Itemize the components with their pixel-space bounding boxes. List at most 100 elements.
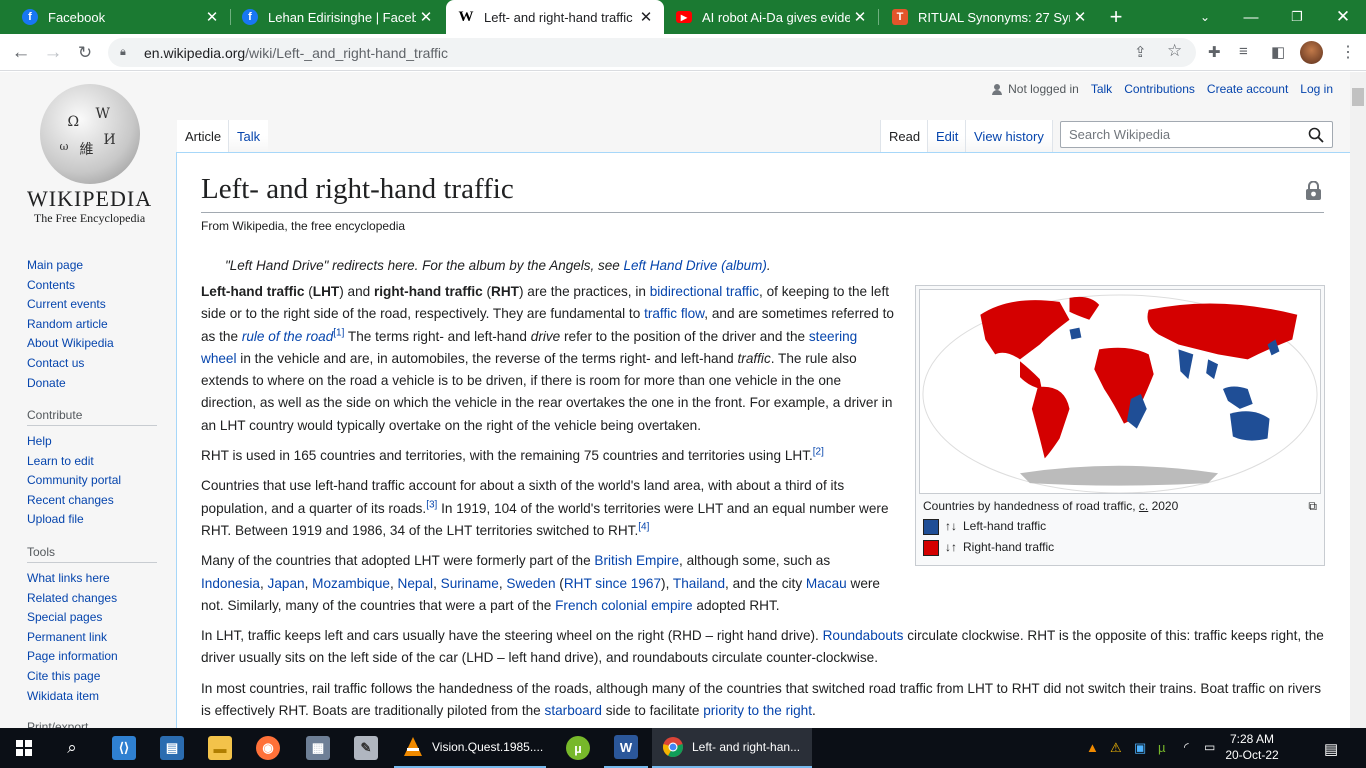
chrome-taskbar-item[interactable]: Left- and right-han... xyxy=(652,728,812,768)
reload-icon[interactable]: ↻ xyxy=(72,40,98,66)
browser-tab[interactable]: ▶ AI robot Ai-Da gives evidenc ✕ xyxy=(664,0,878,34)
article-link[interactable]: Suriname xyxy=(441,576,499,591)
system-clock[interactable]: 7:28 AM 20-Oct-22 xyxy=(1222,731,1282,763)
vlc-tray-icon[interactable]: ▲ xyxy=(1086,740,1099,755)
terminal-icon[interactable]: ▤ xyxy=(150,728,194,768)
log-in-link[interactable]: Log in xyxy=(1300,82,1333,96)
nav-link[interactable]: What links here xyxy=(27,569,157,589)
article-link[interactable]: Japan xyxy=(268,576,305,591)
word-icon[interactable]: W xyxy=(604,728,648,768)
article-link[interactable]: Sweden xyxy=(506,576,555,591)
citation-link[interactable]: [2] xyxy=(813,447,824,458)
tab-edit[interactable]: Edit xyxy=(927,120,967,152)
citation-link[interactable]: [4] xyxy=(638,521,649,532)
article-link[interactable]: priority to the right xyxy=(703,703,812,718)
browser-tab[interactable]: f Facebook ✕ xyxy=(10,0,230,34)
close-tab-icon[interactable]: ✕ xyxy=(202,8,222,26)
tab-view-history[interactable]: View history xyxy=(965,120,1053,152)
close-tab-icon[interactable]: ✕ xyxy=(850,8,870,26)
article-link[interactable]: Mozambique xyxy=(312,576,390,591)
close-tab-icon[interactable]: ✕ xyxy=(636,8,656,26)
close-tab-icon[interactable]: ✕ xyxy=(1070,8,1090,26)
notifications-icon[interactable]: ▤ xyxy=(1324,740,1338,758)
nav-link[interactable]: About Wikipedia xyxy=(27,334,157,354)
nav-link[interactable]: Main page xyxy=(27,256,157,276)
citation-link[interactable]: [1] xyxy=(333,327,344,338)
search-icon[interactable] xyxy=(1308,127,1324,143)
article-link[interactable]: Thailand xyxy=(673,576,725,591)
share-icon[interactable]: ⇪ xyxy=(1134,43,1147,61)
media-control-icon[interactable]: ≡ xyxy=(1239,43,1248,60)
menu-kebab-icon[interactable]: ⋮ xyxy=(1340,42,1356,62)
tab-read[interactable]: Read xyxy=(880,120,929,152)
nav-link[interactable]: Current events xyxy=(27,295,157,315)
create-account-link[interactable]: Create account xyxy=(1207,82,1288,96)
nav-link[interactable]: Page information xyxy=(27,647,157,667)
windows-start-icon[interactable] xyxy=(4,728,44,768)
vlc-taskbar-item[interactable]: Vision.Quest.1985.... xyxy=(394,728,546,768)
page-scrollbar[interactable] xyxy=(1350,72,1366,728)
hatnote-link[interactable]: (album) xyxy=(721,258,767,273)
utorrent-icon[interactable]: µ xyxy=(556,728,600,768)
bookmark-star-icon[interactable]: ☆ xyxy=(1167,41,1182,61)
close-tab-icon[interactable]: ✕ xyxy=(416,8,436,26)
article-link[interactable]: rule of the road xyxy=(242,329,333,344)
nav-link[interactable]: Learn to edit xyxy=(27,452,157,472)
forward-icon[interactable]: → xyxy=(40,40,66,66)
nav-link[interactable]: Help xyxy=(27,432,157,452)
battery-icon[interactable]: ▭ xyxy=(1204,740,1215,754)
nav-link[interactable]: Upload file xyxy=(27,510,157,530)
protection-lock-icon[interactable] xyxy=(1305,181,1322,201)
profile-avatar[interactable] xyxy=(1300,41,1323,64)
vscode-icon[interactable]: ⟨⟩ xyxy=(102,728,146,768)
hatnote-link[interactable]: Left Hand Drive xyxy=(624,258,718,273)
article-link[interactable]: British Empire xyxy=(594,553,679,568)
nav-link[interactable]: Wikidata item xyxy=(27,687,157,707)
world-traffic-map[interactable] xyxy=(919,289,1321,494)
utorrent-tray-icon[interactable]: µ xyxy=(1158,740,1166,755)
tab-talk[interactable]: Talk xyxy=(228,120,269,152)
nav-link[interactable]: Permanent link xyxy=(27,628,157,648)
back-icon[interactable]: ← xyxy=(8,40,34,66)
wifi-icon[interactable]: ◜ xyxy=(1184,740,1189,754)
scrollbar-thumb[interactable] xyxy=(1352,88,1364,106)
nav-link[interactable]: Cite this page xyxy=(27,667,157,687)
nav-link[interactable]: Donate xyxy=(27,374,157,394)
search-icon[interactable]: ⌕ xyxy=(52,728,92,768)
nav-link[interactable]: Special pages xyxy=(27,608,157,628)
nav-link[interactable]: Random article xyxy=(27,315,157,335)
nav-link[interactable]: Related changes xyxy=(27,589,157,609)
browser-tab-active[interactable]: W Left- and right-hand traffic - ✕ xyxy=(446,0,664,34)
nav-link[interactable]: Recent changes xyxy=(27,491,157,511)
calculator-icon[interactable]: ▦ xyxy=(296,728,340,768)
article-link[interactable]: Macau xyxy=(806,576,847,591)
article-link[interactable]: Nepal xyxy=(398,576,434,591)
address-bar[interactable]: 🔒︎ en.wikipedia.org/wiki/Left-_and_right… xyxy=(108,38,1196,67)
article-link[interactable]: RHT since 1967 xyxy=(564,576,661,591)
network-share-tray-icon[interactable]: ▣ xyxy=(1134,740,1146,756)
warning-tray-icon[interactable]: ⚠ xyxy=(1110,740,1122,756)
article-link[interactable]: French colonial empire xyxy=(555,598,693,613)
side-panel-icon[interactable]: ◧ xyxy=(1271,43,1285,61)
browser-tab[interactable]: f Lehan Edirisinghe | Facebook ✕ xyxy=(230,0,444,34)
minimize-icon[interactable]: — xyxy=(1228,0,1274,34)
article-link[interactable]: Indonesia xyxy=(201,576,260,591)
nav-link[interactable]: Contents xyxy=(27,276,157,296)
tab-search-icon[interactable]: ⌄ xyxy=(1182,0,1228,34)
folder-icon[interactable]: ▬ xyxy=(198,728,242,768)
article-link[interactable]: bidirectional traffic xyxy=(650,284,759,299)
citation-link[interactable]: [3] xyxy=(426,499,437,510)
search-input[interactable]: Search Wikipedia xyxy=(1060,121,1333,148)
paint-icon[interactable]: ✎ xyxy=(344,728,388,768)
restore-icon[interactable]: ❐ xyxy=(1274,0,1320,34)
enlarge-icon[interactable]: ⧉ xyxy=(1308,497,1317,516)
tab-article[interactable]: Article xyxy=(177,120,230,152)
new-tab-button[interactable]: + xyxy=(1096,0,1136,34)
firefox-icon[interactable]: ◉ xyxy=(246,728,290,768)
extensions-icon[interactable]: ✚ xyxy=(1208,43,1221,61)
article-link[interactable]: traffic flow xyxy=(644,306,704,321)
nav-link[interactable]: Community portal xyxy=(27,471,157,491)
article-link[interactable]: Roundabouts xyxy=(823,628,904,643)
browser-tab[interactable]: T RITUAL Synonyms: 27 Synony ✕ xyxy=(880,0,1098,34)
nav-link[interactable]: Contact us xyxy=(27,354,157,374)
